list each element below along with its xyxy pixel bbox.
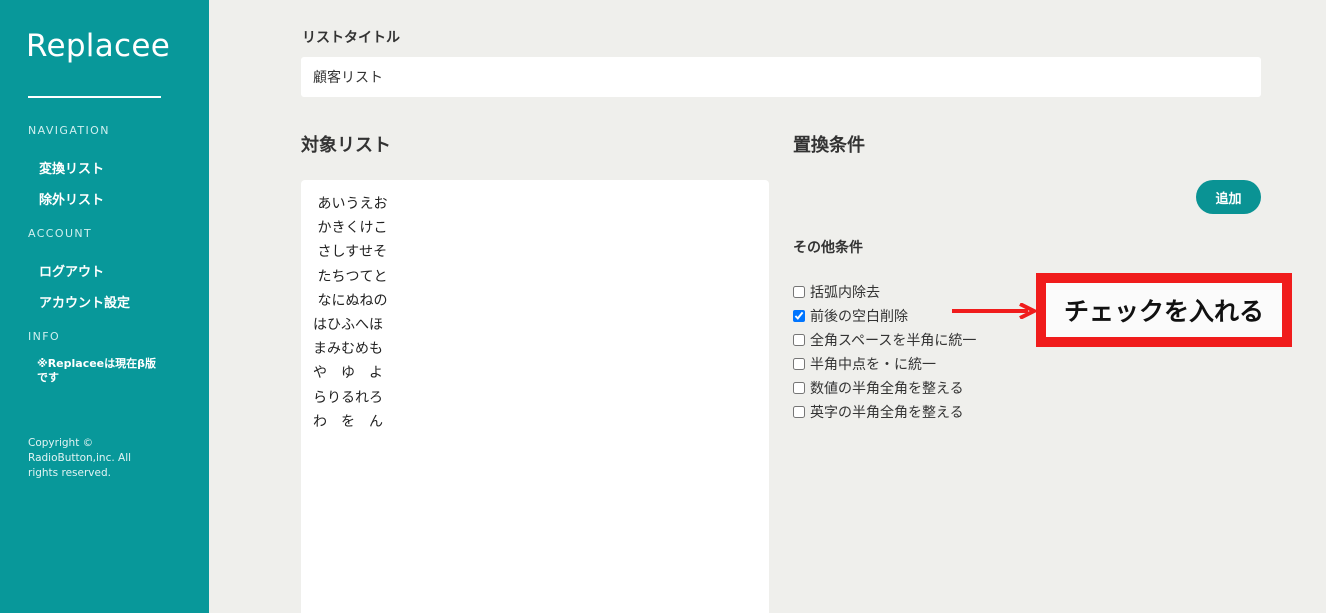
option-checkbox[interactable] [793, 334, 805, 346]
option-label: 前後の空白削除 [810, 309, 908, 325]
option-normalize-numbers[interactable]: 数値の半角全角を整える [793, 376, 976, 400]
replace-conditions-label: 置換条件 [793, 135, 865, 156]
sidebar-item-exclude-list[interactable]: 除外リスト [39, 189, 104, 208]
copyright: Copyright © RadioButton,inc. All rights … [28, 437, 132, 479]
option-label: 全角スペースを半角に統一 [810, 333, 977, 349]
list-title-label: リストタイトル [302, 30, 400, 46]
option-label: 英字の半角全角を整える [810, 405, 964, 421]
section-info: INFO [28, 330, 61, 343]
brand-divider [28, 96, 161, 98]
target-list-label: 対象リスト [301, 135, 391, 156]
option-unify-middle-dot[interactable]: 半角中点を・に統一 [793, 352, 976, 376]
option-unify-fullwidth-space[interactable]: 全角スペースを半角に統一 [793, 328, 976, 352]
section-account: ACCOUNT [28, 227, 93, 240]
option-label: 半角中点を・に統一 [810, 357, 936, 373]
annotation-callout: チェックを入れる [1036, 273, 1292, 347]
option-checkbox[interactable] [793, 286, 805, 298]
option-normalize-letters[interactable]: 英字の半角全角を整える [793, 400, 976, 424]
annotation-arrow-icon [952, 303, 1039, 319]
option-checkbox[interactable] [793, 358, 805, 370]
brand-logo[interactable]: Replacee [26, 28, 170, 64]
beta-note: ※Replaceeは現在β版です [37, 357, 157, 384]
other-conditions-list: 括弧内除去 前後の空白削除 全角スペースを半角に統一 半角中点を・に統一 数値の… [793, 280, 976, 424]
sidebar-item-convert-list[interactable]: 変換リスト [39, 158, 104, 177]
option-label: 数値の半角全角を整える [810, 381, 964, 397]
option-label: 括弧内除去 [810, 285, 880, 301]
option-checkbox[interactable] [793, 382, 805, 394]
option-checkbox[interactable] [793, 406, 805, 418]
sidebar: Replacee NAVIGATION 変換リスト 除外リスト ACCOUNT … [0, 0, 209, 613]
section-navigation: NAVIGATION [28, 124, 110, 137]
option-checkbox[interactable] [793, 310, 805, 322]
option-remove-parentheses[interactable]: 括弧内除去 [793, 280, 976, 304]
list-title-input[interactable] [301, 57, 1261, 97]
sidebar-item-logout[interactable]: ログアウト [39, 261, 104, 280]
target-list-textarea[interactable]: あいうえお かきくけこ さしすせそ たちつてと なにぬねの はひふへほ まみむめ… [301, 180, 769, 613]
sidebar-item-account-settings[interactable]: アカウント設定 [39, 292, 130, 311]
option-trim-whitespace[interactable]: 前後の空白削除 [793, 304, 976, 328]
add-condition-button[interactable]: 追加 [1196, 180, 1261, 214]
other-conditions-label: その他条件 [793, 240, 863, 256]
annotation-text: チェックを入れる [1063, 297, 1264, 326]
